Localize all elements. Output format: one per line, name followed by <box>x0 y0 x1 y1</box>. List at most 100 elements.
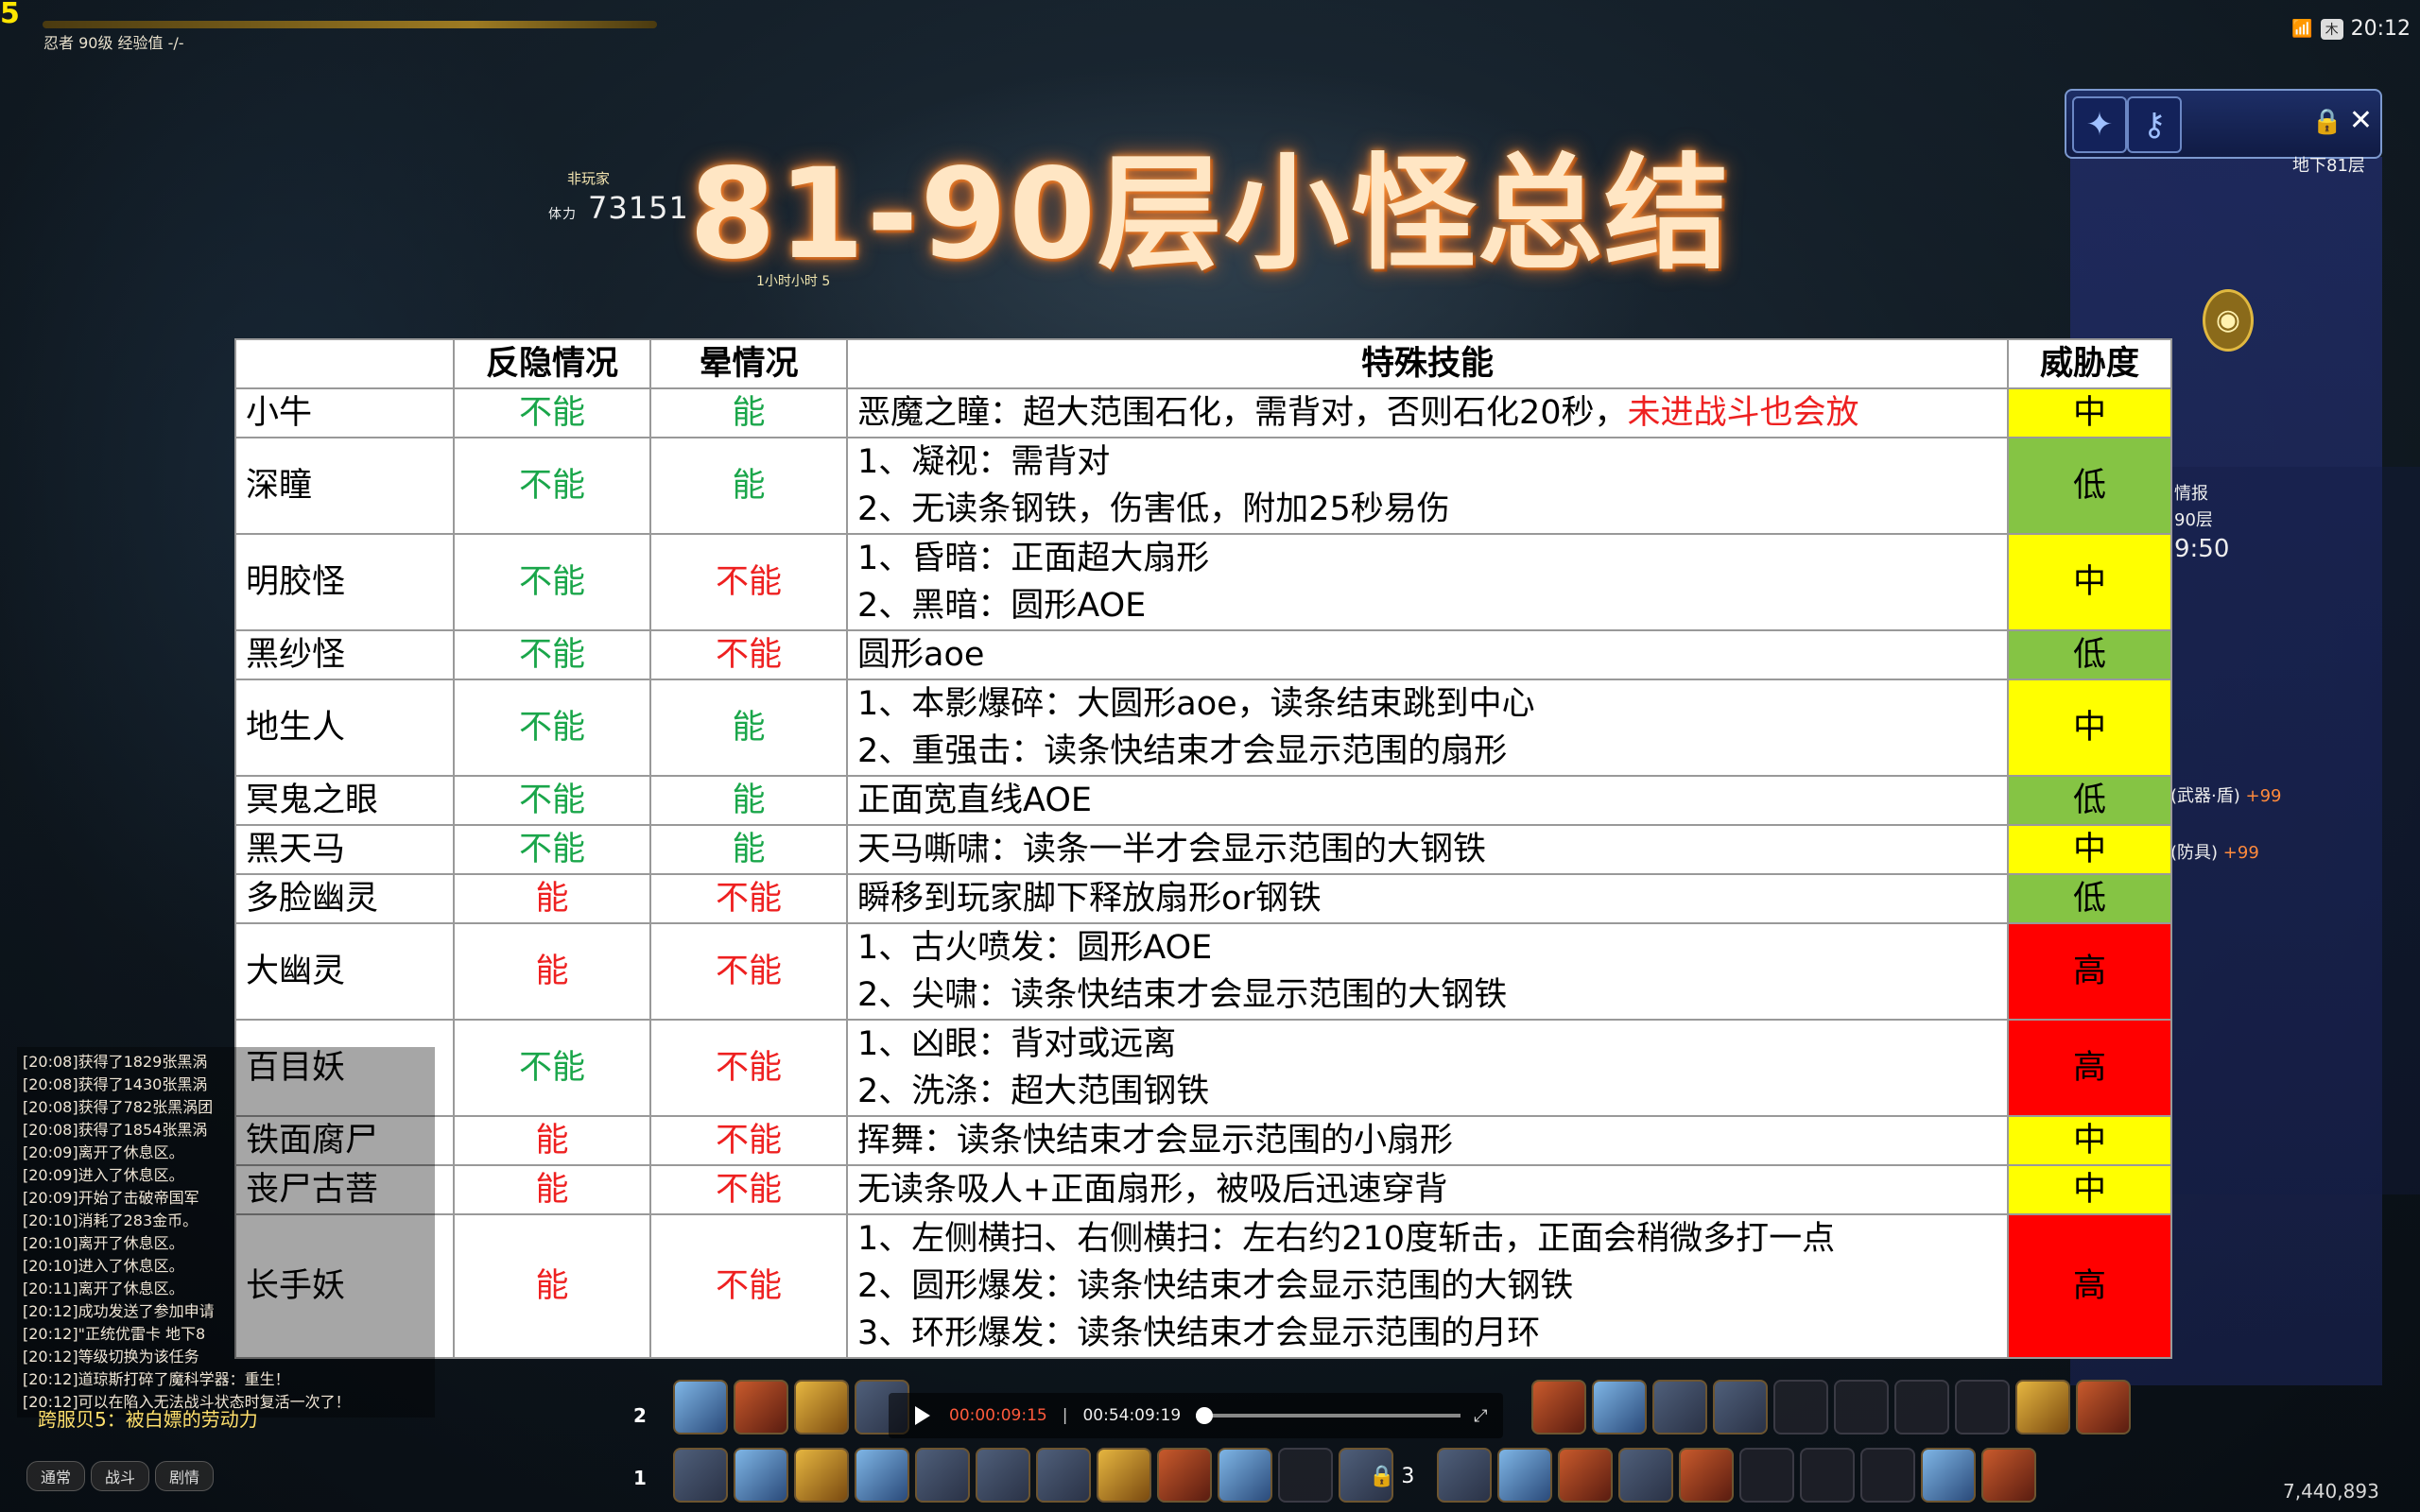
chat-tab-story[interactable]: 剧情 <box>155 1461 215 1491</box>
skill-line: 天马嘶啸：读条一半才会显示范围的大钢铁 <box>857 831 1487 868</box>
hidden-status: 不能 <box>453 533 651 631</box>
hotbar-slot[interactable] <box>1652 1380 1707 1435</box>
hotbar-slot[interactable] <box>1157 1448 1212 1503</box>
special-skills: 圆形aoe <box>846 629 2009 680</box>
chat-tab-battle[interactable]: 战斗 <box>91 1461 150 1491</box>
expand-icon[interactable]: ✕ <box>2349 104 2373 137</box>
hotbar-slot[interactable] <box>2015 1380 2070 1435</box>
skill-line: 正面宽直线AOE <box>857 782 1092 819</box>
threat-level: 高 <box>2007 1213 2172 1359</box>
seek-knob[interactable] <box>1196 1407 1214 1424</box>
seek-bar[interactable] <box>1196 1407 1461 1424</box>
weapon-text: (武器·盾) <box>2170 786 2240 806</box>
chat-line: [20:12]成功发送了参加申请 <box>23 1302 215 1320</box>
header-name <box>234 338 455 389</box>
stun-status: 不能 <box>649 629 848 680</box>
hotbar-slot[interactable] <box>855 1448 909 1503</box>
hotbar-slot[interactable] <box>1218 1448 1272 1503</box>
skill-line: 挥舞：读条快结束才会显示范围的小扇形 <box>857 1122 1454 1160</box>
hotbar-slot[interactable] <box>1679 1448 1734 1503</box>
hotbar-slot[interactable] <box>1278 1448 1333 1503</box>
skill-line: 1、凶眼：背对或远离 <box>857 1025 1177 1063</box>
hotbar-upper <box>673 1380 909 1436</box>
map-icon[interactable]: ✦ <box>2072 96 2127 153</box>
special-skills: 1、凶眼：背对或远离 2、洗涤：超大范围钢铁 <box>846 1019 2009 1117</box>
hotbar-slot[interactable] <box>1834 1380 1889 1435</box>
hotbar-slot[interactable] <box>1437 1448 1492 1503</box>
weather-badge: 木 <box>2320 18 2343 40</box>
key-icon[interactable]: ⚷ <box>2127 96 2182 153</box>
hotbar-slot[interactable] <box>1921 1448 1976 1503</box>
gil-counter: 7,440,893 <box>2283 1480 2379 1503</box>
table-row: 丧尸古菩能不能 无读条吸人+正面扇形，被吸后迅速穿背中 <box>234 1164 2172 1215</box>
skill-line: 2、圆形爆发：读条快结束才会显示范围的大钢铁 <box>857 1267 1574 1305</box>
monster-name: 黑纱怪 <box>234 629 455 680</box>
skill-line: 3、环形爆发：读条快结束才会显示范围的月环 <box>857 1314 1541 1352</box>
map-marker-icon[interactable]: ◉ <box>2203 289 2254 352</box>
hotbar-slot[interactable] <box>976 1448 1030 1503</box>
hotbar-slot[interactable] <box>794 1448 849 1503</box>
hotbar-slot[interactable] <box>1531 1380 1586 1435</box>
hotbar-slot[interactable] <box>1800 1448 1855 1503</box>
special-skills: 正面宽直线AOE <box>846 775 2009 826</box>
skill-line: 圆形aoe <box>857 636 985 674</box>
hidden-status: 不能 <box>453 437 651 535</box>
hotbar-slot[interactable] <box>1981 1448 2036 1503</box>
stun-status: 能 <box>649 775 848 826</box>
table-row: 多脸幽灵能不能 瞬移到玩家脚下释放扇形or钢铁 低 <box>234 873 2172 924</box>
monster-name: 深瞳 <box>234 437 455 535</box>
minimap-header[interactable]: ✦ ⚷ 🔒 ✕ <box>2065 89 2382 159</box>
hotbar-lock[interactable]: 🔒 3 <box>1369 1465 1414 1488</box>
hotbar-slot[interactable] <box>1497 1448 1552 1503</box>
table-row: 黑纱怪 不能 不能 圆形aoe 低 <box>234 629 2172 680</box>
hotbar-slot[interactable] <box>1558 1448 1613 1503</box>
chat-line: [20:08]获得了1430张黑涡 <box>23 1075 208 1093</box>
hotbar-slot[interactable] <box>2076 1380 2131 1435</box>
fullscreen-icon[interactable]: ⤢ <box>1474 1406 1487 1426</box>
hotbar-slot[interactable] <box>1618 1448 1673 1503</box>
chat-line: [20:12]"正统优雷卡 地下8 <box>23 1325 206 1343</box>
hotbar-slot[interactable] <box>734 1380 788 1435</box>
lock-icon[interactable]: 🔒 <box>2312 108 2342 136</box>
stun-status: 能 <box>649 437 848 535</box>
hotbar-slot[interactable] <box>1773 1380 1828 1435</box>
hotbar-slot[interactable] <box>1713 1380 1768 1435</box>
threat-level: 中 <box>2007 824 2172 875</box>
table-row: 深瞳 不能能 1、凝视：需背对 2、无读条钢铁，伤害低，附加25秒易伤 低 <box>234 437 2172 535</box>
hotbar-slot[interactable] <box>915 1448 970 1503</box>
monster-name: 明胶怪 <box>234 533 455 631</box>
hotbar-slot[interactable] <box>1860 1448 1915 1503</box>
time-separator: | <box>1062 1406 1068 1425</box>
hotbar-slot[interactable] <box>673 1380 728 1435</box>
hotbar-slot[interactable] <box>1739 1448 1794 1503</box>
hotbar-slot[interactable] <box>673 1448 728 1503</box>
hotbar-slot[interactable] <box>1097 1448 1151 1503</box>
threat-level: 低 <box>2007 437 2172 535</box>
system-tray: 📶 木 20:12 <box>2291 17 2411 41</box>
chat-channel[interactable]: 跨服贝5：被白嫖的劳动力 <box>38 1404 258 1432</box>
hotbar-slot[interactable] <box>1592 1380 1647 1435</box>
skill-line: 2、黑暗：圆形AOE <box>857 587 1147 625</box>
panel-timer: 9:50 <box>2174 535 2230 563</box>
chat-line: [20:12]等级切换为该任务 <box>23 1348 199 1366</box>
hotbar-slot[interactable] <box>734 1448 788 1503</box>
skill-line: 2、重强击：读条快结束才会显示范围的扇形 <box>857 732 1508 770</box>
hotbar-lock-number: 3 <box>1401 1465 1415 1488</box>
hidden-status: 能 <box>453 1115 651 1166</box>
hotbar-slot[interactable] <box>794 1380 849 1435</box>
table-row: 黑天马 不能能天马嘶啸：读条一半才会显示范围的大钢铁 中 <box>234 824 2172 875</box>
hotbar-slot[interactable] <box>1955 1380 2010 1435</box>
chat-log[interactable]: [20:08]获得了1829张黑涡 [20:08]获得了1430张黑涡 [20:08… <box>17 1047 435 1418</box>
chat-tab-normal[interactable]: 通常 <box>26 1461 86 1491</box>
header-threat: 威胁度 <box>2007 338 2172 389</box>
hidden-status: 不能 <box>453 1019 651 1117</box>
hotbar-slot[interactable] <box>1894 1380 1949 1435</box>
hotbar-slot[interactable] <box>1036 1448 1091 1503</box>
threat-level: 中 <box>2007 387 2172 438</box>
threat-level: 高 <box>2007 922 2172 1021</box>
chat-line: [20:08]获得了1854张黑涡 <box>23 1121 208 1139</box>
stun-status: 不能 <box>649 1164 848 1215</box>
play-icon[interactable] <box>915 1406 930 1425</box>
threat-level: 低 <box>2007 629 2172 680</box>
hidden-status: 不能 <box>453 679 651 777</box>
